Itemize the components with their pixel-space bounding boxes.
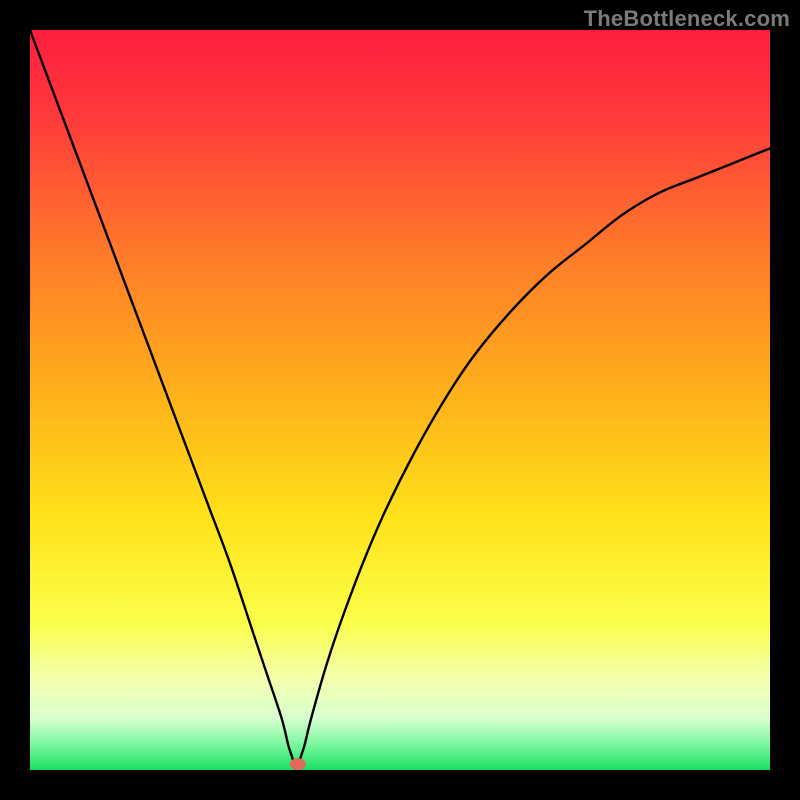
chart-frame: TheBottleneck.com (0, 0, 800, 800)
chart-svg (0, 0, 800, 800)
plot-background (30, 30, 770, 770)
optimal-point-marker (290, 758, 306, 770)
watermark-text: TheBottleneck.com (584, 6, 790, 32)
